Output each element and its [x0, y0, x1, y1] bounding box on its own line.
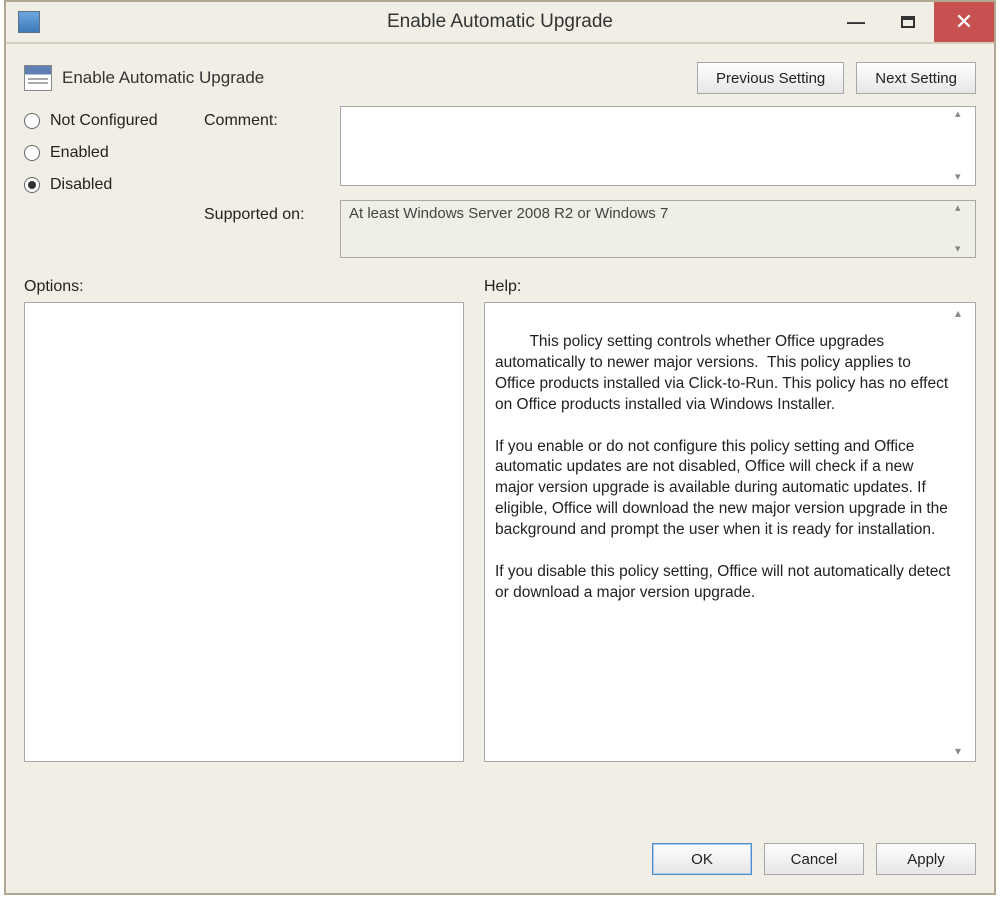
policy-name: Enable Automatic Upgrade [62, 68, 264, 88]
client-area: Enable Automatic Upgrade Previous Settin… [6, 44, 994, 893]
ok-button[interactable]: OK [652, 843, 752, 875]
scroll-down-icon: ▾ [955, 244, 971, 255]
help-text: This policy setting controls whether Off… [495, 333, 955, 601]
supported-scroll[interactable]: ▴ ▾ [955, 203, 971, 255]
supported-on-label: Supported on: [204, 200, 334, 224]
radio-enabled[interactable]: Enabled [24, 144, 204, 162]
policy-editor-window: Enable Automatic Upgrade — ✕ Enable Auto… [4, 0, 996, 895]
apply-button[interactable]: Apply [876, 843, 976, 875]
radio-not-configured[interactable]: Not Configured [24, 112, 204, 130]
options-label: Options: [24, 278, 84, 295]
radio-disabled[interactable]: Disabled [24, 176, 204, 194]
radio-icon [24, 177, 40, 193]
options-pane[interactable] [24, 302, 464, 762]
header-row: Enable Automatic Upgrade Previous Settin… [24, 62, 976, 94]
dialog-buttons: OK Cancel Apply [24, 843, 976, 875]
radio-label: Not Configured [50, 112, 158, 130]
radio-icon [24, 145, 40, 161]
close-button[interactable]: ✕ [934, 2, 994, 42]
next-setting-button[interactable]: Next Setting [856, 62, 976, 94]
window-controls: — ✕ [830, 2, 994, 42]
help-label: Help: [484, 278, 521, 295]
scroll-down-icon: ▾ [955, 172, 971, 183]
minimize-icon: — [847, 12, 865, 33]
maximize-icon [901, 16, 915, 28]
scroll-up-icon: ▴ [955, 109, 971, 120]
titlebar[interactable]: Enable Automatic Upgrade — ✕ [6, 2, 994, 44]
scroll-down-icon: ▾ [955, 743, 973, 759]
panes: This policy setting controls whether Off… [24, 302, 976, 829]
radio-label: Disabled [50, 176, 112, 194]
comment-scroll[interactable]: ▴ ▾ [955, 109, 971, 183]
previous-setting-button[interactable]: Previous Setting [697, 62, 844, 94]
minimize-button[interactable]: — [830, 2, 882, 42]
close-icon: ✕ [955, 9, 973, 35]
supported-on-value: At least Windows Server 2008 R2 or Windo… [349, 205, 668, 222]
scroll-up-icon: ▴ [955, 305, 973, 321]
config-row: Not Configured Enabled Disabled Comment:… [24, 106, 976, 258]
help-pane[interactable]: This policy setting controls whether Off… [484, 302, 976, 762]
state-radio-group: Not Configured Enabled Disabled [24, 106, 204, 208]
help-scrollbar[interactable]: ▴ ▾ [955, 305, 973, 759]
cancel-button[interactable]: Cancel [764, 843, 864, 875]
radio-label: Enabled [50, 144, 109, 162]
maximize-button[interactable] [882, 2, 934, 42]
supported-on-field: At least Windows Server 2008 R2 or Windo… [340, 200, 976, 258]
comment-label: Comment: [204, 106, 334, 130]
radio-icon [24, 113, 40, 129]
meta-fields: Comment: ▴ ▾ Supported on: At least Wind… [204, 106, 976, 258]
comment-input[interactable]: ▴ ▾ [340, 106, 976, 186]
policy-icon [24, 65, 52, 91]
scroll-up-icon: ▴ [955, 203, 971, 214]
app-icon [18, 11, 40, 33]
pane-labels: Options: Help: [24, 278, 976, 296]
